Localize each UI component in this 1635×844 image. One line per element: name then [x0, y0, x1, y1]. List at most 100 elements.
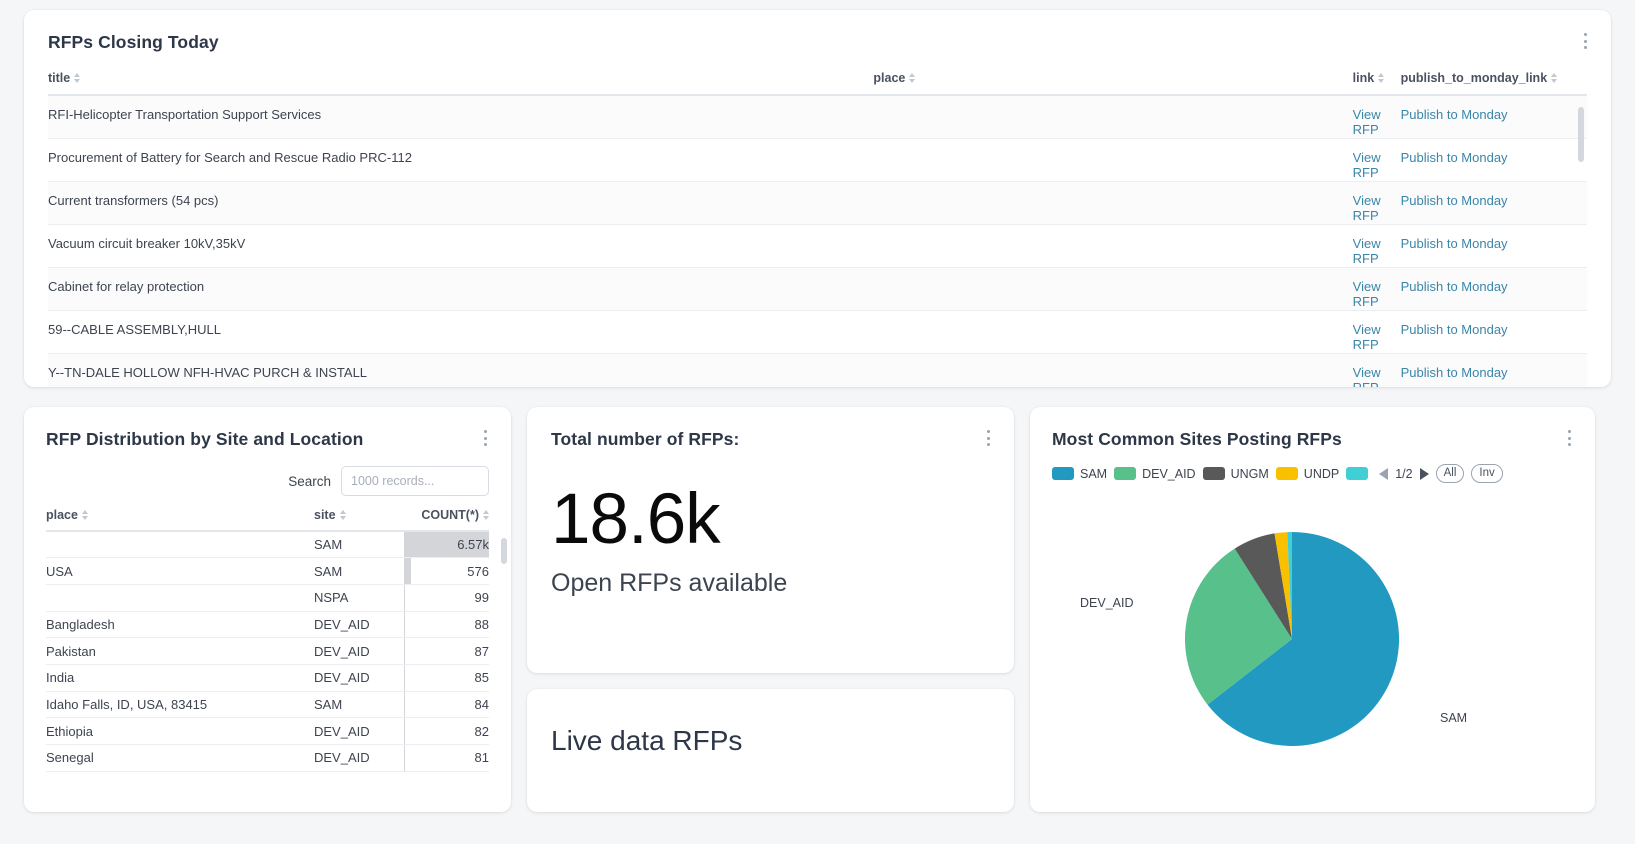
cell-place [46, 584, 314, 612]
publish-to-monday-link[interactable]: Publish to Monday [1401, 236, 1587, 251]
count-value: 99 [474, 590, 489, 606]
count-value: 576 [467, 563, 489, 579]
cell-site: DEV_AID [314, 637, 404, 665]
next-page-icon[interactable] [1419, 467, 1429, 480]
cell-place: Idaho Falls, ID, USA, 83415 [46, 691, 314, 719]
cell-place [873, 224, 1353, 268]
count-value: 84 [474, 696, 489, 712]
select-all-button[interactable]: All [1435, 464, 1465, 483]
legend-swatch-icon [1275, 467, 1298, 480]
pie-chart[interactable]: DEV_AID SAM [1052, 489, 1572, 789]
column-header-place[interactable]: place [873, 71, 1353, 96]
table-row: Procurement of Battery for Search and Re… [48, 138, 1587, 182]
column-header-label: place [46, 508, 78, 522]
table-row: Pakistan DEV_AID 87 [46, 637, 489, 665]
cell-count: 88 [404, 611, 489, 639]
dashboard-page: RFPs Closing Today title place link publ… [0, 0, 1635, 844]
publish-to-monday-link[interactable]: Publish to Monday [1401, 322, 1587, 337]
distribution-column: RFP Distribution by Site and Location Se… [24, 407, 511, 812]
table-row: Vacuum circuit breaker 10kV,35kV View RF… [48, 224, 1587, 268]
most-common-sites-card: Most Common Sites Posting RFPs SAM DEV_A… [1030, 407, 1595, 812]
count-value: 82 [474, 723, 489, 739]
pie-column: Most Common Sites Posting RFPs SAM DEV_A… [1030, 407, 1595, 812]
sort-icon[interactable] [74, 73, 81, 83]
cell-site: SAM [314, 557, 404, 585]
rfps-closing-today-card: RFPs Closing Today title place link publ… [24, 10, 1611, 387]
total-value: 18.6k [551, 480, 721, 559]
sort-icon[interactable] [483, 510, 489, 520]
column-header-publish[interactable]: publish_to_monday_link [1400, 71, 1587, 96]
publish-to-monday-link[interactable]: Publish to Monday [1401, 150, 1587, 165]
pie-legend: SAM DEV_AID UNGM UNDP 1/2 All Inv [1052, 464, 1573, 483]
cell-place: India [46, 664, 314, 692]
total-title: Total number of RFPs: [551, 429, 740, 449]
sort-icon[interactable] [909, 73, 916, 83]
column-header-title[interactable]: title [48, 71, 874, 96]
cell-site: DEV_AID [314, 744, 404, 772]
sort-icon[interactable] [1378, 73, 1385, 83]
cell-title: 59--CABLE ASSEMBLY,HULL [48, 310, 874, 354]
count-bar [404, 664, 406, 691]
legend-item-dev-aid[interactable]: DEV_AID [1114, 467, 1196, 481]
view-rfp-link[interactable]: View RFP [1353, 193, 1387, 223]
column-header-link[interactable]: link [1352, 71, 1401, 96]
legend-item-undp[interactable]: UNDP [1275, 466, 1340, 481]
table-scrollbar[interactable] [501, 538, 507, 564]
column-header-place[interactable]: place [46, 508, 314, 532]
cell-place [46, 531, 314, 559]
view-rfp-link[interactable]: View RFP [1353, 365, 1387, 388]
legend-item-ungm[interactable]: UNGM [1202, 467, 1269, 481]
legend-item-other[interactable] [1346, 467, 1369, 480]
invert-selection-button[interactable]: Inv [1471, 464, 1503, 483]
table-row: Current transformers (54 pcs) View RFP P… [48, 181, 1587, 225]
publish-to-monday-link[interactable]: Publish to Monday [1401, 365, 1587, 380]
publish-to-monday-link[interactable]: Publish to Monday [1401, 107, 1587, 122]
rfp-distribution-card: RFP Distribution by Site and Location Se… [24, 407, 511, 812]
cell-place [873, 95, 1353, 139]
legend-swatch-icon [1202, 467, 1225, 480]
pie-label-dev-aid: DEV_AID [1080, 596, 1134, 610]
legend-item-sam[interactable]: SAM [1052, 467, 1107, 481]
view-rfp-link[interactable]: View RFP [1353, 322, 1387, 352]
count-value: 85 [474, 670, 489, 686]
view-rfp-link[interactable]: View RFP [1353, 150, 1387, 180]
column-header-label: publish_to_monday_link [1400, 71, 1548, 85]
cell-link: View RFP [1352, 224, 1401, 268]
cell-place: Senegal [46, 744, 314, 772]
cell-count: 81 [404, 744, 489, 772]
column-header-site[interactable]: site [314, 508, 404, 532]
sort-icon[interactable] [1551, 73, 1558, 83]
legend-label: UNDP [1303, 466, 1340, 481]
table-scrollbar[interactable] [1578, 107, 1584, 162]
cell-place: Pakistan [46, 637, 314, 665]
card-menu-kebab-icon[interactable] [1561, 429, 1577, 447]
card-menu-kebab-icon[interactable] [980, 429, 996, 447]
cell-title: Cabinet for relay protection [48, 267, 874, 311]
count-value: 81 [474, 750, 489, 766]
search-input[interactable] [341, 466, 489, 496]
search-row: Search [46, 466, 489, 496]
prev-page-icon[interactable] [1379, 467, 1389, 480]
table-row: Ethiopia DEV_AID 82 [46, 717, 489, 745]
sort-icon[interactable] [81, 510, 88, 520]
legend-label: DEV_AID [1142, 466, 1196, 481]
column-header-count[interactable]: COUNT(*) [404, 508, 489, 532]
cell-site: SAM [314, 531, 404, 559]
legend-pagination: 1/2 All Inv [1379, 464, 1503, 483]
table-row: India DEV_AID 85 [46, 664, 489, 692]
table-row: Senegal DEV_AID 81 [46, 744, 489, 772]
cell-place [873, 267, 1353, 311]
card-menu-kebab-icon[interactable] [1577, 32, 1593, 50]
publish-to-monday-link[interactable]: Publish to Monday [1401, 279, 1587, 294]
count-bar [404, 638, 406, 664]
view-rfp-link[interactable]: View RFP [1353, 107, 1387, 137]
cell-link: View RFP [1352, 181, 1401, 225]
cell-site: DEV_AID [314, 717, 404, 745]
view-rfp-link[interactable]: View RFP [1353, 236, 1387, 266]
count-bar [404, 745, 406, 771]
view-rfp-link[interactable]: View RFP [1353, 279, 1387, 309]
sort-icon[interactable] [339, 510, 346, 520]
publish-to-monday-link[interactable]: Publish to Monday [1401, 193, 1587, 208]
column-header-label: link [1352, 71, 1375, 85]
card-menu-kebab-icon[interactable] [477, 429, 493, 447]
